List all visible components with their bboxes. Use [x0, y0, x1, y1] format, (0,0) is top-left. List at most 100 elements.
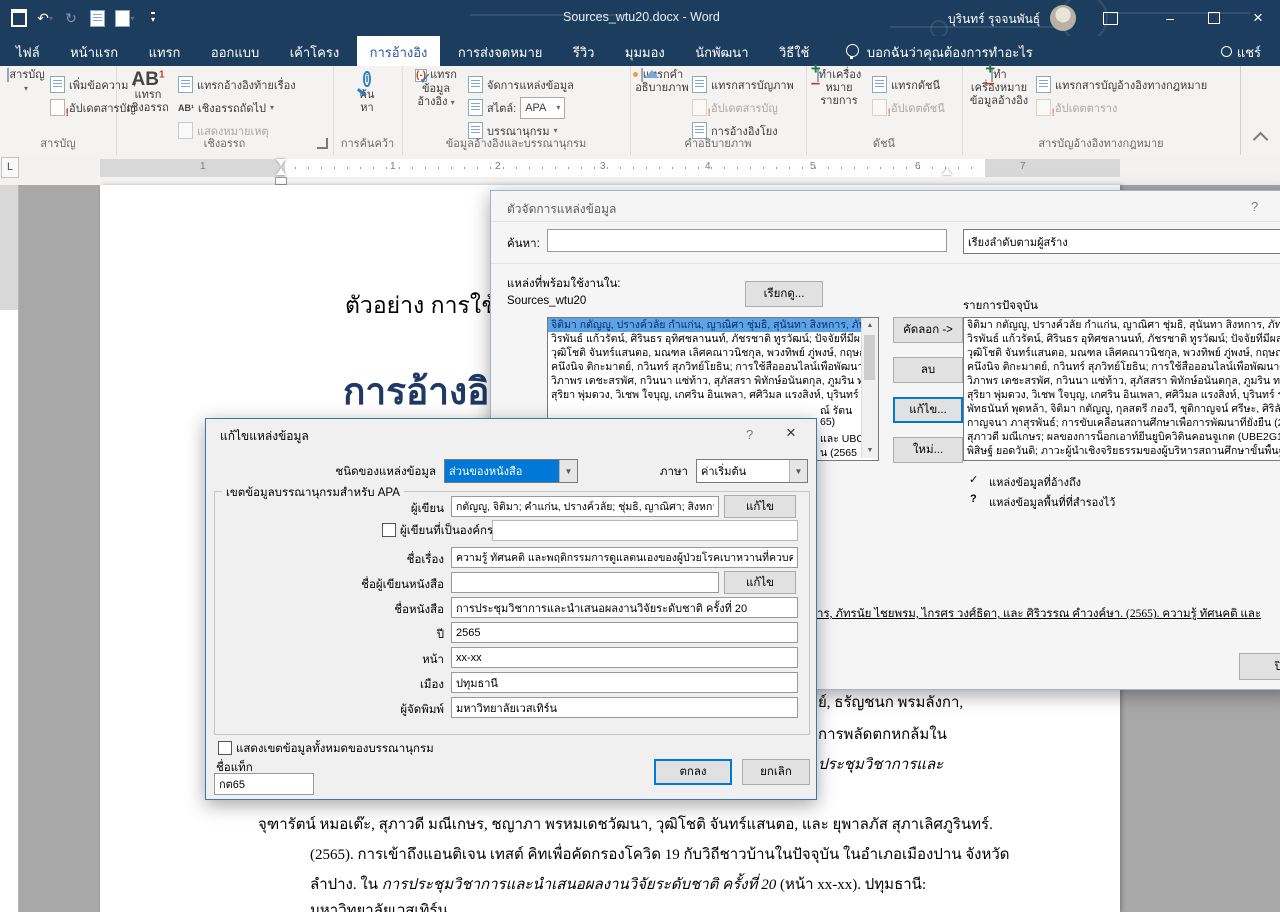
- city-input[interactable]: [451, 672, 798, 693]
- hanging-indent-marker[interactable]: [276, 168, 286, 175]
- tab-review[interactable]: รีวิว: [560, 36, 608, 70]
- list-item-fragment[interactable]: น (2565: [820, 444, 857, 461]
- pages-input[interactable]: [451, 647, 798, 668]
- insert-citation-button[interactable]: (-) แทรกข้อมูล อ้างอิง ▾: [408, 69, 464, 139]
- scrollbar-thumb[interactable]: [864, 335, 875, 380]
- undo-button[interactable]: ↶▾: [32, 6, 58, 30]
- list-item[interactable]: สุภาวดี มณีเกษร; ผลของการน็อกเอาท์ยีนยูบ…: [964, 430, 1280, 444]
- master-list-scrollbar[interactable]: ▲ ▼: [861, 318, 878, 458]
- book-author-input[interactable]: [451, 572, 719, 593]
- edit-source-close-icon[interactable]: ×: [786, 423, 796, 443]
- language-select[interactable]: ค่าเริ่มต้น ▼: [696, 459, 808, 483]
- redo-button[interactable]: ↻: [60, 6, 82, 30]
- next-footnote-button[interactable]: AB¹เชิงอรรถถัดไป▾: [178, 97, 274, 118]
- source-type-select[interactable]: ส่วนของหนังสือ ▼: [444, 459, 578, 483]
- browse-button[interactable]: เรียกดู...: [745, 281, 823, 307]
- tab-layout[interactable]: เค้าโครง: [277, 36, 352, 70]
- minimize-button[interactable]: –: [1148, 0, 1192, 36]
- year-input[interactable]: [451, 622, 798, 643]
- list-item[interactable]: วิภาพร เตชะสรพัศ, กวินนา แซ่ท้าว, สุภัสส…: [964, 374, 1280, 388]
- toc-button[interactable]: สารบัญ▾: [4, 69, 48, 139]
- publisher-input[interactable]: [451, 697, 798, 718]
- tab-insert[interactable]: แทรก: [136, 36, 194, 70]
- edit-author-button[interactable]: แก้ไข: [724, 495, 796, 518]
- right-indent-marker[interactable]: [942, 168, 952, 175]
- title-input[interactable]: [451, 547, 798, 568]
- tab-selector[interactable]: L: [1, 157, 19, 178]
- document-heading[interactable]: การอ้างอิง: [343, 362, 507, 421]
- smart-lookup-button[interactable]: i ค้น หา: [341, 69, 393, 139]
- restore-button[interactable]: [1192, 0, 1236, 36]
- list-item[interactable]: วิรพันธ์ แก้วรัตน์, ศิรินธร อุทิศชลานนท์…: [548, 332, 878, 346]
- document-fragment-1[interactable]: ย์, ธรัญชนก พรมลังกา,: [818, 690, 963, 714]
- list-item[interactable]: วุฒิโชติ จันทร์แสนตอ, มณฑล เลิศคณาวนิชกุ…: [964, 346, 1280, 360]
- ok-button[interactable]: ตกลง: [654, 759, 732, 785]
- tag-name-input[interactable]: [214, 773, 314, 795]
- list-item[interactable]: สุริยา พุ่มดวง, วิเชพ ใจบุญ, เกศริน อินเ…: [964, 388, 1280, 402]
- tab-mailings[interactable]: การส่งจดหมาย: [445, 36, 556, 70]
- reference-line-1[interactable]: จุฑารัตน์ หมอเต๊ะ, สุภาวดี มณีเกษร, ชญาภ…: [258, 812, 993, 836]
- reference-line-3[interactable]: ลำปาง. ใน การประชุมวิชาการและนำเสนอผลงาน…: [310, 872, 926, 896]
- close-dialog-button[interactable]: ปิด: [1239, 653, 1280, 680]
- reference-line-2[interactable]: (2565). การเข้าถึงแอนติเจน เทสต์ คิทเพื่…: [310, 842, 1010, 866]
- search-input[interactable]: [547, 229, 947, 252]
- mark-entry-button[interactable]: ทำเครื่อง หมายรายการ: [810, 69, 868, 139]
- show-all-fields-checkbox[interactable]: [218, 741, 232, 755]
- qat-customize-button[interactable]: ▾: [144, 6, 162, 30]
- scroll-up-icon[interactable]: ▲: [862, 318, 878, 333]
- tell-me-box[interactable]: บอกฉันว่าคุณต้องการทำอะไร: [833, 36, 1046, 70]
- qat-pen-button[interactable]: ▾: [110, 6, 140, 30]
- book-title-input[interactable]: [451, 597, 798, 618]
- tab-file[interactable]: ไฟล์: [0, 36, 53, 70]
- vertical-ruler[interactable]: [0, 185, 19, 912]
- author-input[interactable]: [451, 496, 719, 517]
- collapse-ribbon-icon[interactable]: [1253, 132, 1269, 148]
- insert-caption-button[interactable]: แทรกคำ อธิบายภาพ: [634, 69, 690, 139]
- tab-view[interactable]: มุมมอง: [612, 36, 678, 70]
- left-indent-marker[interactable]: [275, 177, 287, 185]
- list-item[interactable]: สุริยา พุ่มดวง, วิเชพ ใจบุญ, เกศริน อินเ…: [548, 388, 878, 402]
- edit-book-author-button[interactable]: แก้ไข: [724, 571, 796, 594]
- insert-index-button[interactable]: แทรกดัชนี: [872, 74, 940, 95]
- list-item[interactable]: วิภาพร เตชะสรพัศ, กวินนา แซ่ท้าว, สุภัสส…: [548, 374, 878, 388]
- insert-toa-button[interactable]: แทรกสารบัญอ้างอิงทางกฎหมาย: [1036, 74, 1207, 95]
- list-item[interactable]: คนึงนิจ ติกะมาตย์, กวินทร์ สุภวิทย์โยธิน…: [964, 360, 1280, 374]
- tab-developer[interactable]: นักพัฒนา: [682, 36, 761, 70]
- avatar[interactable]: [1050, 5, 1076, 31]
- share-button[interactable]: แชร์: [1208, 36, 1274, 70]
- list-item[interactable]: กาญจนา ภาสุรพันธ์; การขับเคลื่อนสถานศึกษ…: [964, 416, 1280, 430]
- list-item[interactable]: จิติมา กตัญญู, ปรางค์วลัย กำแก่น, ญาณิศา…: [964, 318, 1280, 332]
- edit-source-help-icon[interactable]: ?: [746, 427, 753, 442]
- mark-citation-button[interactable]: ทำเครื่องหมาย ข้อมูลอ้างอิง: [966, 69, 1032, 139]
- document-fragment-2[interactable]: การพลัดตกหกล้มใน: [818, 722, 947, 746]
- list-item-fragment[interactable]: 65): [820, 416, 835, 428]
- list-item[interactable]: พิสิษฐ์ ยอดวันดิ; ภาวะผู้นำเชิงจริยธรรมข…: [964, 444, 1280, 458]
- list-item[interactable]: วิรพันธ์ แก้วรัตน์, ศิรินธร อุทิศชลานนท์…: [964, 332, 1280, 346]
- document-fragment-3[interactable]: ประชุมวิชาการและ: [818, 752, 943, 776]
- cancel-button[interactable]: ยกเลิก: [742, 759, 810, 785]
- list-item[interactable]: จิติมา กตัญญู, ปรางค์วลัย กำแก่น, ญาณิศา…: [548, 318, 878, 332]
- delete-button[interactable]: ลบ: [893, 357, 963, 383]
- reference-line-4[interactable]: มหาวิทยาลัยเวสเทิร์น.: [310, 898, 451, 912]
- corporate-author-checkbox[interactable]: [382, 523, 396, 537]
- new-button[interactable]: ใหม่...: [893, 437, 963, 463]
- current-sources-list[interactable]: จิติมา กตัญญู, ปรางค์วลัย กำแก่น, ญาณิศา…: [963, 317, 1280, 461]
- tab-home[interactable]: หน้าแรก: [57, 36, 131, 70]
- list-item[interactable]: คนึงนิจ ติกะมาตย์, กวินทร์ สุภวิทย์โยธิน…: [548, 360, 878, 374]
- style-select[interactable]: APA▾: [520, 97, 565, 119]
- insert-endnote-button[interactable]: แทรกอ้างอิงท้ายเรื่อง: [178, 74, 296, 95]
- corporate-author-input[interactable]: [492, 520, 798, 541]
- insert-footnote-button[interactable]: AB1 แทรก เชิงอรรถ: [122, 69, 174, 139]
- tab-references[interactable]: การอ้างอิง: [357, 36, 441, 70]
- tab-design[interactable]: ออกแบบ: [198, 36, 272, 70]
- list-item[interactable]: พัทธนันท์ พุดหล้า, จิติมา กตัญญู, กุลสตร…: [964, 402, 1280, 416]
- horizontal-ruler[interactable]: 1 1 2 3 4 5 6 7: [100, 159, 1120, 177]
- qat-document-button[interactable]: [86, 6, 108, 30]
- ribbon-display-options-button[interactable]: [1090, 0, 1130, 36]
- copy-button[interactable]: คัดลอก ->: [893, 317, 963, 343]
- scroll-down-icon[interactable]: ▼: [862, 443, 878, 458]
- manage-sources-button[interactable]: จัดการแหล่งข้อมูล: [468, 74, 574, 95]
- sort-select[interactable]: เรียงลำดับตามผู้สร้าง: [963, 229, 1280, 254]
- user-name[interactable]: บุรินทร์ รุจจนพันธุ์: [948, 10, 1040, 29]
- first-line-indent-marker[interactable]: [276, 159, 286, 166]
